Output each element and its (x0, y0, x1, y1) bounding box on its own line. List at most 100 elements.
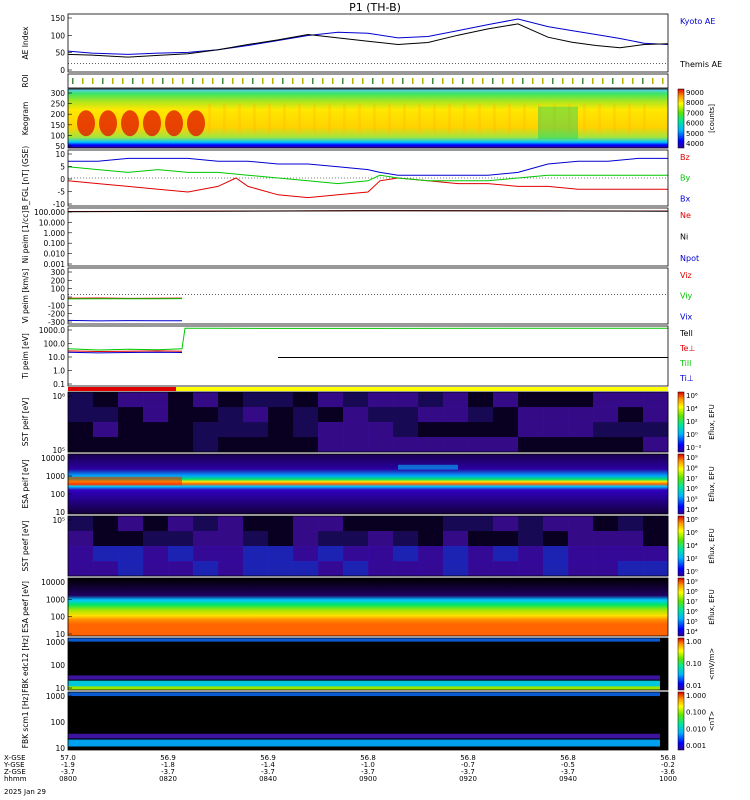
spectrogram-bin (193, 516, 219, 532)
keogram-streak (223, 103, 226, 134)
roi-tick (522, 78, 524, 84)
spectrogram-bin (193, 437, 219, 453)
spectrogram-bin (368, 437, 394, 453)
colorbar-tick-label: 10⁰ (686, 568, 698, 576)
keogram-streak (508, 103, 511, 134)
spectrogram-bin (218, 407, 244, 423)
spectrogram-bin (193, 422, 219, 438)
spectrogram-bin (268, 422, 294, 438)
spectrogram-bin (68, 561, 94, 577)
legend-entry: Ni (680, 233, 688, 242)
fbk-low-band (68, 733, 660, 739)
spectrogram-bin (143, 392, 169, 408)
y-tick-label: 100 (51, 31, 66, 40)
spectrogram-bin (318, 437, 344, 453)
colorbar-tick-label: 0.10 (686, 660, 702, 668)
colorbar-tick-label: 10⁶ (686, 485, 698, 493)
spectrogram-bin (643, 516, 669, 532)
y-tick-label: 10.0 (48, 353, 65, 362)
y-tick-label: 100 (51, 490, 66, 499)
roi-tick (242, 78, 244, 84)
spectrogram-bin (143, 437, 169, 453)
spectrogram-bin (318, 392, 344, 408)
spectrogram-bin (368, 561, 394, 577)
colorbar (677, 88, 685, 149)
spectrogram-bin (468, 516, 494, 532)
colorbar-label: Eflux, EFU (708, 589, 716, 624)
spectrogram-bin (618, 437, 644, 453)
roi-tick (602, 78, 604, 84)
y-tick-label: 1.0 (53, 367, 65, 376)
roi-tick (382, 78, 384, 84)
spectrogram-bin (518, 437, 544, 453)
spectrogram-bin (493, 546, 519, 562)
spectrogram-bin (518, 546, 544, 562)
colorbar-tick-label: 10² (686, 555, 698, 563)
colorbar-tick-label: 10⁸ (686, 588, 698, 596)
roi-tick (182, 78, 184, 84)
colorbar-tick-label: 10⁵ (686, 496, 698, 504)
roi-tick (642, 78, 644, 84)
roi-tick (322, 78, 324, 84)
roi-tick (502, 78, 504, 84)
legend-entry: Kyoto AE (680, 17, 715, 26)
keogram-streak (448, 103, 451, 134)
spectrogram-bin (643, 392, 669, 408)
spectrogram-bin (368, 392, 394, 408)
y-axis-label: B_FGL [nT] (GSE) (21, 146, 30, 210)
y-tick-label: 100 (51, 613, 66, 622)
colorbar-label: [counts] (708, 104, 716, 133)
spectrogram-bin (543, 437, 569, 453)
plot-title: P1 (TH-B) (349, 1, 401, 14)
spectrogram-bin (543, 516, 569, 532)
roi-tick (352, 78, 354, 84)
y-axis-label: Keogram (21, 102, 30, 136)
mode-bar-slow (68, 387, 176, 391)
y-tick-label: 10000 (41, 454, 65, 463)
spectrogram-bin (493, 407, 519, 423)
spectrogram-bin (143, 561, 169, 577)
y-tick-label: 10⁵ (52, 516, 65, 525)
spectrogram-bin (343, 437, 369, 453)
spectrogram-bin (243, 422, 269, 438)
roi-tick (622, 78, 624, 84)
roi-tick (312, 78, 314, 84)
roi-tick (532, 78, 534, 84)
spectrogram-bin (68, 516, 94, 532)
spectrogram-bin (193, 407, 219, 423)
spectrogram-bin (368, 546, 394, 562)
x-row-value: 0820 (159, 775, 177, 783)
y-axis-label: Ni peim [1/cc] (21, 211, 30, 264)
keogram-streak (238, 103, 241, 134)
series-line-te⊥ (67, 350, 183, 353)
y-axis-label: FBK edc12 [Hz] (21, 635, 30, 693)
spectrogram-bin (468, 392, 494, 408)
colorbar (677, 637, 685, 691)
spectrogram-bin (93, 422, 119, 438)
panel-5 (67, 267, 669, 325)
colorbar-tick-label: 10⁷ (686, 598, 698, 606)
spectrogram-bin (543, 561, 569, 577)
y-axis-label: ESA peef [eV] (21, 581, 30, 633)
spectrogram-bin (418, 546, 444, 562)
colorbar-label: <nT> (708, 711, 716, 732)
spectrogram-bin (218, 546, 244, 562)
spectrogram-bin (318, 561, 344, 577)
roi-tick (402, 78, 404, 84)
spectrogram-bin (293, 516, 319, 532)
keogram-streak (313, 103, 316, 134)
roi-tick (72, 78, 74, 84)
spectrogram-bin (293, 531, 319, 547)
heatmap-background (68, 74, 668, 88)
colorbar-tick-label: 10⁶ (686, 392, 698, 400)
y-tick-label: 10.000 (39, 218, 65, 227)
spectrogram-bin (443, 422, 469, 438)
y-tick-label: 100 (51, 718, 66, 727)
keogram-streak (388, 103, 391, 134)
spectrogram-bin (68, 422, 94, 438)
colorbar-tick-label: 7000 (686, 109, 704, 117)
roi-tick (92, 78, 94, 84)
roi-tick (482, 78, 484, 84)
keogram-streak (613, 103, 616, 134)
spectrogram-bin (243, 531, 269, 547)
